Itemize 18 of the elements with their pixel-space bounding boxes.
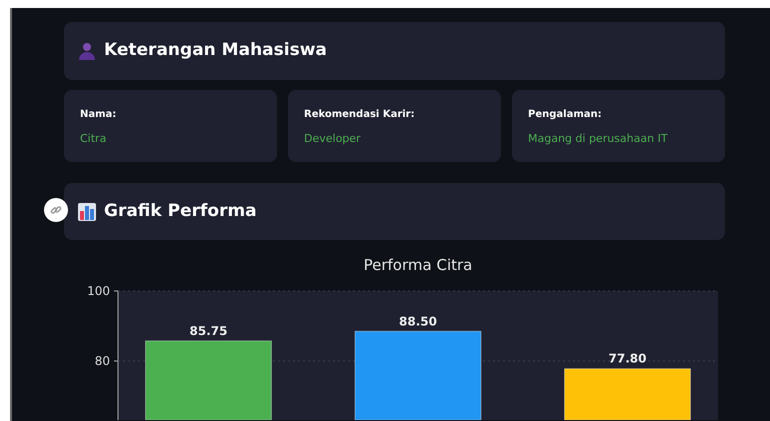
info-value: Magang di perusahaan IT — [528, 131, 669, 147]
info-label: Pengalaman: — [528, 108, 603, 122]
value-label: 77.80 — [608, 352, 646, 366]
person-icon — [78, 42, 96, 60]
section-title: Grafik Performa — [104, 200, 257, 223]
info-value: Developer — [304, 131, 362, 147]
bar-chart-icon — [78, 202, 96, 220]
y-tick-label: 100 — [87, 284, 110, 298]
link-button[interactable] — [44, 198, 68, 222]
value-label: 88.50 — [399, 314, 437, 328]
value-label: 85.75 — [190, 324, 228, 338]
section-title: Keterangan Mahasiswa — [104, 39, 327, 62]
info-label: Rekomendasi Karir: — [304, 108, 416, 122]
info-value: Citra — [80, 131, 108, 147]
chart-title: Performa Citra — [364, 256, 472, 274]
y-tick-label: 80 — [94, 354, 110, 368]
info-label: Nama: — [80, 108, 118, 122]
link-icon — [50, 204, 62, 216]
